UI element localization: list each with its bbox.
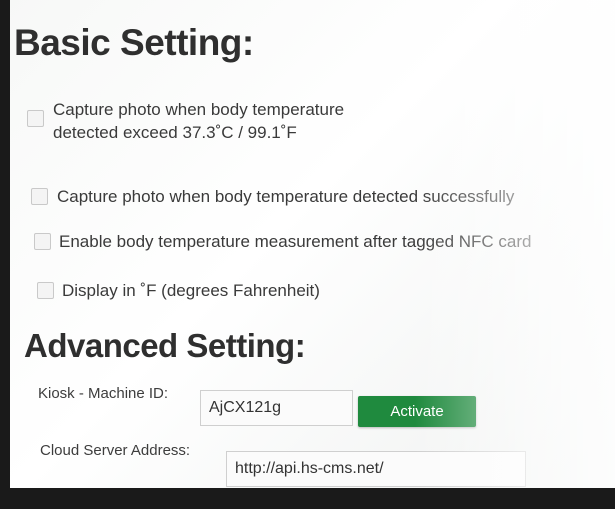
activate-button[interactable]: Activate [358,396,476,427]
capture-success-label: Capture photo when body temperature dete… [57,187,515,206]
nfc-measurement-label: Enable body temperature measurement afte… [59,232,532,251]
option-capture-exceed[interactable]: Capture photo when body temperature dete… [27,98,344,144]
server-address-field[interactable]: http://api.hs-cms.net/ [226,451,526,487]
option-display-fahrenheit[interactable]: Display in ˚F (degrees Fahrenheit) [37,279,320,302]
nfc-measurement-checkbox[interactable] [34,233,51,250]
option-capture-success[interactable]: Capture photo when body temperature dete… [31,185,514,208]
option-nfc-measurement[interactable]: Enable body temperature measurement afte… [34,230,531,253]
capture-success-checkbox[interactable] [31,188,48,205]
capture-exceed-label: Capture photo when body temperature dete… [53,100,345,142]
display-fahrenheit-checkbox[interactable] [37,282,54,299]
screen-glare [415,0,615,509]
basic-setting-heading: Basic Setting: [14,22,254,63]
advanced-setting-heading: Advanced Setting: [24,327,306,364]
capture-exceed-checkbox[interactable] [27,110,44,127]
machine-id-label: Kiosk - Machine ID: [38,385,169,402]
display-fahrenheit-label: Display in ˚F (degrees Fahrenheit) [62,281,320,300]
screen-bezel-left [0,0,10,509]
machine-id-field[interactable]: AjCX121g [200,390,353,426]
screen-bezel-bottom [0,488,615,509]
server-address-label: Cloud Server Address: [40,442,191,459]
